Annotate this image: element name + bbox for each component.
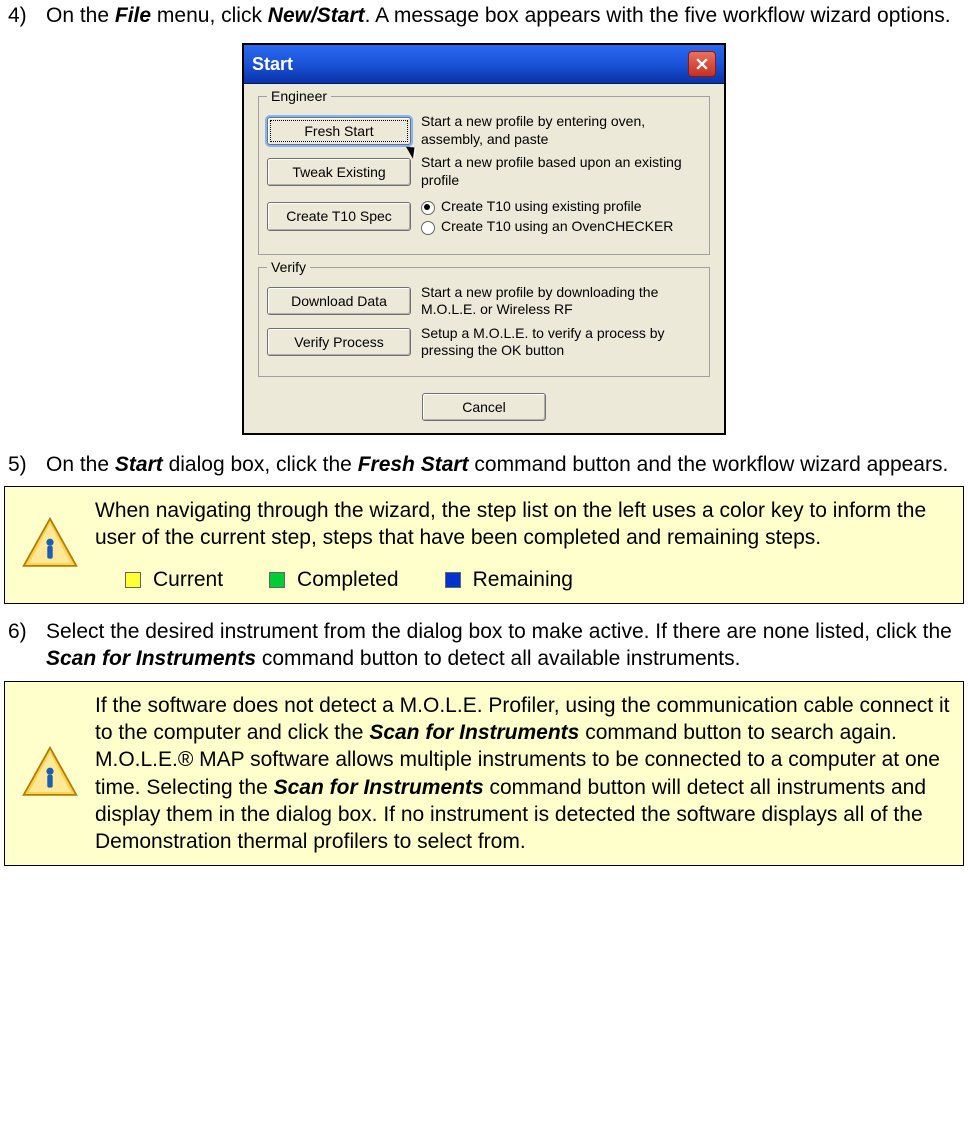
swatch-green-icon <box>269 572 285 588</box>
step-5: 5) On the Start dialog box, click the Fr… <box>0 449 968 486</box>
scan-for-instruments-name: Scan for Instruments <box>274 776 484 799</box>
cancel-button[interactable]: Cancel <box>422 393 546 421</box>
start-dialog-name: Start <box>115 453 163 476</box>
info-note-scan-body: If the software does not detect a M.O.L.… <box>95 692 953 856</box>
swatch-yellow-icon <box>125 572 141 588</box>
download-data-desc: Start a new profile by downloading the M… <box>421 284 701 319</box>
legend-completed: Completed <box>269 566 399 593</box>
tweak-existing-button[interactable]: Tweak Existing <box>267 158 411 186</box>
scan-for-instruments-name: Scan for Instruments <box>46 647 256 670</box>
step-4-number: 4) <box>8 2 46 29</box>
step-4-text: On the File menu, click New/Start. A mes… <box>46 2 960 29</box>
text: command button to detect all available i… <box>256 647 740 670</box>
step-5-text: On the Start dialog box, click the Fresh… <box>46 451 960 478</box>
menu-new-start: New/Start <box>268 4 365 27</box>
close-icon[interactable] <box>688 51 716 77</box>
radio-dot-selected-icon <box>421 201 435 215</box>
fresh-start-desc: Start a new profile by entering oven, as… <box>421 113 701 148</box>
verify-group: Verify Download Data Start a new profile… <box>258 267 710 377</box>
t10-radio-group: Create T10 using existing profile Create… <box>421 195 701 237</box>
radio-label: Create T10 using an OvenCHECKER <box>441 218 673 234</box>
radio-existing-profile[interactable]: Create T10 using existing profile <box>421 197 701 215</box>
text: menu, click <box>151 4 268 27</box>
swatch-blue-icon <box>445 572 461 588</box>
text: On the <box>46 4 115 27</box>
verify-process-desc: Setup a M.O.L.E. to verify a process by … <box>421 325 701 360</box>
radio-label: Create T10 using existing profile <box>441 198 642 214</box>
dialog-title: Start <box>252 53 293 76</box>
text: . A message box appears with the five wo… <box>365 4 951 27</box>
engineer-group-label: Engineer <box>267 87 331 105</box>
color-legend: Current Completed Remaining <box>95 566 953 593</box>
legend-remaining: Remaining <box>445 566 573 593</box>
start-dialog-figure: Start Engineer Fresh Start Start a new p… <box>0 43 968 435</box>
fresh-start-button[interactable]: Fresh Start <box>267 117 411 145</box>
engineer-group: Engineer Fresh Start Start a new profile… <box>258 96 710 254</box>
step-6-number: 6) <box>8 618 46 673</box>
verify-process-button[interactable]: Verify Process <box>267 328 411 356</box>
info-icon <box>21 516 79 574</box>
step-5-number: 5) <box>8 451 46 478</box>
scan-for-instruments-name: Scan for Instruments <box>369 721 579 744</box>
start-dialog: Start Engineer Fresh Start Start a new p… <box>242 43 726 435</box>
info-note-body: When navigating through the wizard, the … <box>95 497 953 593</box>
info-icon <box>21 745 79 803</box>
download-data-button[interactable]: Download Data <box>267 287 411 315</box>
text: Select the desired instrument from the d… <box>46 620 952 643</box>
step-6: 6) Select the desired instrument from th… <box>0 616 968 681</box>
step-4: 4) On the File menu, click New/Start. A … <box>0 0 968 37</box>
text: command button and the workflow wizard a… <box>469 453 949 476</box>
legend-label: Remaining <box>473 568 573 591</box>
create-t10-button[interactable]: Create T10 Spec <box>267 202 411 230</box>
tweak-existing-desc: Start a new profile based upon an existi… <box>421 154 701 189</box>
radio-dot-icon <box>421 221 435 235</box>
info-note-colorkey: When navigating through the wizard, the … <box>4 486 964 604</box>
radio-ovenchecker[interactable]: Create T10 using an OvenCHECKER <box>421 217 701 235</box>
dialog-titlebar: Start <box>244 45 724 84</box>
text: dialog box, click the <box>163 453 358 476</box>
fresh-start-name: Fresh Start <box>358 453 469 476</box>
legend-current: Current <box>125 566 223 593</box>
text: On the <box>46 453 115 476</box>
info-note-scan: If the software does not detect a M.O.L.… <box>4 681 964 867</box>
legend-label: Current <box>153 568 223 591</box>
step-6-text: Select the desired instrument from the d… <box>46 618 960 673</box>
menu-file: File <box>115 4 151 27</box>
info-note-text: When navigating through the wizard, the … <box>95 497 953 552</box>
verify-group-label: Verify <box>267 258 310 276</box>
legend-label: Completed <box>297 568 399 591</box>
